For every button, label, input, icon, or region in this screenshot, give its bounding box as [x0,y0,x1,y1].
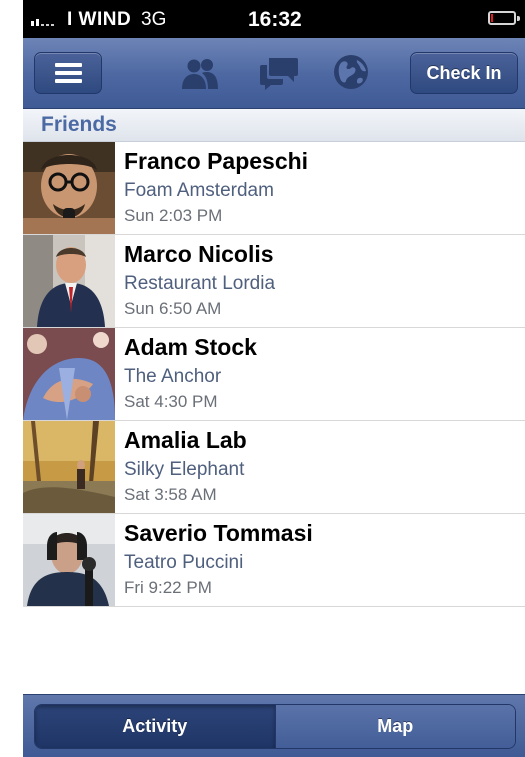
friend-row[interactable]: Marco Nicolis Restaurant Lordia Sun 6:50… [23,235,525,328]
section-title: Friends [41,113,117,136]
messages-icon[interactable] [259,56,299,90]
friend-checkin-time: Fri 9:22 PM [124,578,212,597]
menu-button[interactable] [34,52,102,94]
section-header: Friends [23,109,525,142]
friend-name: Marco Nicolis [124,241,274,267]
friend-name: Franco Papeschi [124,148,309,174]
avatar [23,328,115,420]
friend-row[interactable]: Amalia Lab Silky Elephant Sat 3:58 AM [23,421,525,514]
friends-icon[interactable] [180,56,220,90]
navigation-bar: Check In [23,38,525,109]
friend-row[interactable]: Adam Stock The Anchor Sat 4:30 PM [23,328,525,421]
hamburger-icon [55,63,82,83]
friend-checkin-time: Sun 6:50 AM [124,299,222,318]
friend-row[interactable]: Saverio Tommasi Teatro Puccini Fri 9:22 … [23,514,525,607]
status-bar: I WIND 3G 16:32 [23,0,525,38]
friend-location: Restaurant Lordia [124,273,276,294]
view-segmented-control: Activity Map [34,704,516,749]
check-in-button[interactable]: Check In [410,52,518,94]
friend-location: Silky Elephant [124,459,245,480]
tab-activity[interactable]: Activity [35,705,275,748]
avatar [23,142,115,234]
friend-checkin-time: Sat 3:58 AM [124,485,217,504]
friend-name: Amalia Lab [124,427,247,453]
network-type: 3G [141,9,167,30]
friend-location: Teatro Puccini [124,552,244,573]
avatar [23,235,115,327]
friend-location: The Anchor [124,366,222,387]
bottom-toolbar: Activity Map [23,694,525,757]
globe-icon[interactable] [333,54,369,90]
carrier-name: I WIND [67,9,132,30]
friend-name: Adam Stock [124,334,257,360]
tab-map[interactable]: Map [274,705,515,748]
friend-location: Foam Amsterdam [124,180,274,201]
avatar [23,421,115,513]
signal-strength-icon [31,12,54,26]
friend-checkin-time: Sat 4:30 PM [124,392,218,411]
battery-icon [488,11,520,25]
friend-name: Saverio Tommasi [124,520,313,546]
battery-level [491,14,493,22]
friend-row[interactable]: Franco Papeschi Foam Amsterdam Sun 2:03 … [23,142,525,235]
friend-list: Franco Papeschi Foam Amsterdam Sun 2:03 … [23,142,525,607]
friend-checkin-time: Sun 2:03 PM [124,206,223,225]
avatar [23,514,115,606]
phone-screen: I WIND 3G 16:32 Check In Friends Franco … [23,0,525,757]
status-time: 16:32 [248,8,302,31]
